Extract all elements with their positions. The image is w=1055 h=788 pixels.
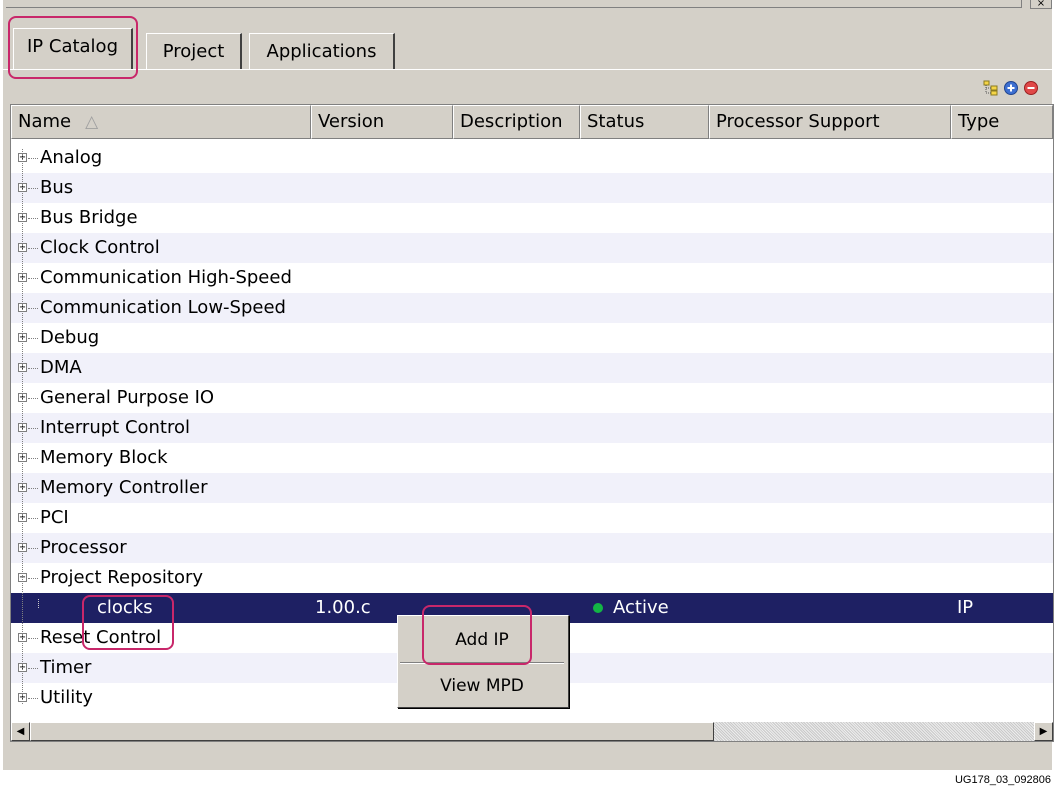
close-icon[interactable]: × [1030,0,1052,9]
column-header-type[interactable]: Type [951,105,1053,139]
highlight-ip-catalog-tab [8,16,138,79]
tree-connector [28,398,38,399]
hierarchy-icon[interactable] [983,80,999,96]
row-name: Memory Controller [40,477,208,498]
table-row[interactable]: + Clock Control [11,233,1053,263]
highlight-clocks-item [82,595,174,650]
tree-connector [28,668,38,669]
tab-strip-line [3,69,1052,70]
top-frame [6,0,1022,8]
table-row[interactable]: + Communication Low-Speed [11,293,1053,323]
table-row[interactable]: + Memory Controller [11,473,1053,503]
table-row[interactable]: − Project Repository [11,563,1053,593]
table-row[interactable]: + Bus [11,173,1053,203]
row-name: Processor [40,537,127,558]
tree-connector [28,158,38,159]
row-name: Analog [40,147,103,168]
scroll-left-icon[interactable]: ◀ [11,722,30,741]
table-row[interactable]: + General Purpose IO [11,383,1053,413]
figure-caption: UG178_03_092806 [954,774,1051,786]
row-name: Utility [40,687,93,708]
row-name: Interrupt Control [40,417,191,438]
menu-item-view-mpd[interactable]: View MPD [400,666,564,706]
column-header-processor-support[interactable]: Processor Support [709,105,951,139]
expand-all-icon[interactable] [1003,80,1019,96]
scroll-thumb[interactable] [30,722,714,741]
row-name: Bus [40,177,74,198]
row-name: Project Repository [40,567,204,588]
tree-connector [28,458,38,459]
row-name: Timer [40,657,92,678]
tree-connector [38,599,47,608]
row-name: Bus Bridge [40,207,138,228]
toolbar [983,78,1039,98]
table-row[interactable]: + Debug [11,323,1053,353]
scroll-right-icon[interactable]: ▶ [1034,722,1053,741]
row-name: Communication Low-Speed [40,297,286,318]
tree-connector [28,188,38,189]
tree-connector [28,698,38,699]
status-active-icon [593,603,603,613]
row-name: Debug [40,327,100,348]
row-status-label: Active [613,597,669,618]
tree-connector [28,578,38,579]
column-header-label: Name [18,111,72,132]
row-name: DMA [40,357,82,378]
sort-ascending-icon: △ [85,112,99,132]
tab-applications[interactable]: Applications [249,33,395,69]
table-row[interactable]: + Bus Bridge [11,203,1053,233]
row-name: Communication High-Speed [40,267,292,288]
row-name: General Purpose IO [40,387,215,408]
tree-connector [28,218,38,219]
tree-connector [28,308,38,309]
tree-connector [28,428,38,429]
tree-connector [28,518,38,519]
tree-connector [28,548,38,549]
tree-connector [28,368,38,369]
tree-guide-line [22,149,23,704]
table-row[interactable]: + DMA [11,353,1053,383]
tab-project[interactable]: Project [146,33,242,69]
column-header-description[interactable]: Description [453,105,580,139]
table-row[interactable]: + Interrupt Control [11,413,1053,443]
row-type: IP [957,597,974,618]
table-row[interactable]: + Communication High-Speed [11,263,1053,293]
table-header: Name △ Version Description Status Process… [11,105,1053,139]
row-version: 1.00.c [315,597,371,618]
row-status: Active [593,593,669,623]
table-row[interactable]: + Analog [11,143,1053,173]
table-row[interactable]: + Memory Block [11,443,1053,473]
table-row[interactable]: + PCI [11,503,1053,533]
row-name: Clock Control [40,237,160,258]
highlight-add-ip [422,605,532,665]
column-header-version[interactable]: Version [311,105,453,139]
row-name: Memory Block [40,447,168,468]
tree-connector [28,488,38,489]
horizontal-scrollbar[interactable]: ◀ ▶ [11,722,1053,741]
collapse-all-icon[interactable] [1023,80,1039,96]
tree-connector [28,278,38,279]
tree-connector [28,248,38,249]
tree-connector [28,338,38,339]
column-header-name[interactable]: Name △ [11,105,311,139]
tree-connector [28,638,38,639]
column-header-status[interactable]: Status [580,105,709,139]
table-row[interactable]: + Processor [11,533,1053,563]
row-name: PCI [40,507,69,528]
